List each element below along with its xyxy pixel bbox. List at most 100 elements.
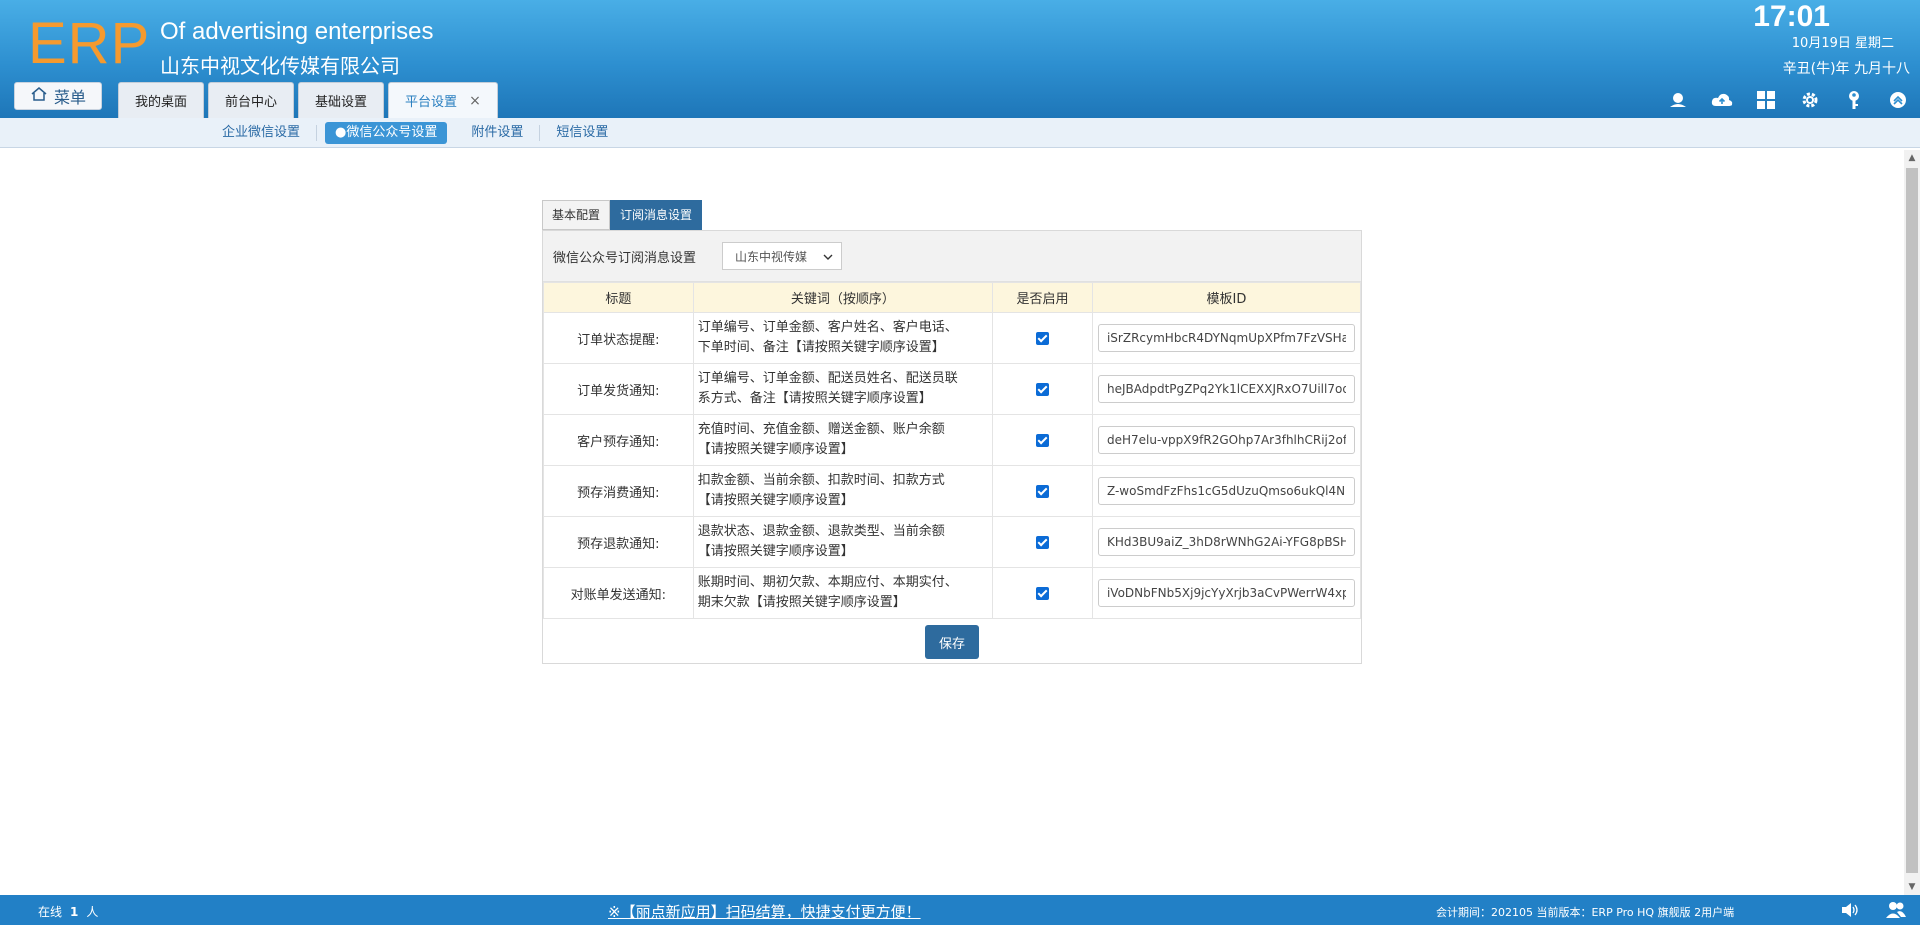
keywords-line: 扣款金额、当前余额、扣款时间、扣款方式 xyxy=(697,473,945,488)
keywords-line: 账期时间、期初欠款、本期应付、本期实付、 xyxy=(697,575,958,590)
online-unit: 人 xyxy=(86,905,99,919)
account-select[interactable]: 山东中视传媒 xyxy=(722,242,843,270)
column-header-template-id: 模板ID xyxy=(1091,282,1362,313)
row-title: 客户预存通知: xyxy=(543,414,694,466)
tab-my-desktop[interactable]: 我的桌面 xyxy=(118,82,205,118)
row-enabled xyxy=(992,465,1093,517)
erp-logo: ERP xyxy=(28,11,151,76)
enabled-checkbox[interactable] xyxy=(1036,433,1050,447)
clock-date: 10月19日 星期二 xyxy=(1791,36,1894,51)
row-keywords: 扣款金额、当前余额、扣款时间、扣款方式 【请按照关键字顺序设置】 xyxy=(692,465,994,517)
tab-subscription-message[interactable]: 订阅消息设置 xyxy=(610,200,703,230)
menu-button[interactable]: 菜单 xyxy=(14,82,102,110)
row-keywords: 订单编号、订单金额、客户姓名、客户电话、 下单时间、备注【请按照关键字顺序设置】 xyxy=(692,312,994,364)
user-icon[interactable] xyxy=(1664,88,1692,112)
scroll-thumb[interactable] xyxy=(1906,168,1918,873)
home-icon xyxy=(30,86,48,106)
row-template xyxy=(1091,312,1362,364)
table-row: 订单发货通知: 订单编号、订单金额、配送员姓名、配送员联 系方式、备注【请按照关键… xyxy=(543,363,1362,415)
template-id-input[interactable] xyxy=(1097,426,1355,454)
row-keywords: 充值时间、充值金额、赠送金额、账户余额 【请按照关键字顺序设置】 xyxy=(692,414,994,466)
row-enabled xyxy=(992,567,1093,619)
chevron-down-icon xyxy=(823,249,833,263)
keywords-line: 退款状态、退款金额、退款类型、当前余额 xyxy=(697,524,945,539)
collapse-up-icon[interactable] xyxy=(1884,88,1912,112)
subscription-settings-panel: 微信公众号订阅消息设置 山东中视传媒 标题 关键词（按顺序） 是否启用 模板ID… xyxy=(542,230,1362,664)
column-header-title: 标题 xyxy=(543,282,694,313)
subnav-item-attachment[interactable]: 附件设置 xyxy=(455,122,539,144)
key-icon[interactable] xyxy=(1840,88,1868,112)
tab-front-center[interactable]: 前台中心 xyxy=(208,82,295,118)
save-row: 保存 xyxy=(543,619,1361,665)
version-info: 会计期间：202105 当前版本：ERP Pro HQ 旗舰版 2用户端 xyxy=(1436,906,1735,919)
app-header: ERP Of advertising enterprises 山东中视文化传媒有… xyxy=(0,0,1920,118)
template-id-input[interactable] xyxy=(1097,477,1355,505)
online-count: 在线 1 人 xyxy=(38,903,98,920)
table-row: 预存消费通知: 扣款金额、当前余额、扣款时间、扣款方式 【请按照关键字顺序设置】 xyxy=(543,465,1362,517)
row-enabled xyxy=(992,414,1093,466)
gear-icon[interactable] xyxy=(1796,88,1824,112)
column-header-keywords: 关键词（按顺序） xyxy=(692,282,994,313)
keywords-line: 下单时间、备注【请按照关键字顺序设置】 xyxy=(697,340,945,355)
row-enabled xyxy=(992,312,1093,364)
subnav-item-enterprise-wechat[interactable]: 企业微信设置 xyxy=(206,122,316,144)
scroll-down-icon[interactable]: ▼ xyxy=(1904,879,1920,895)
enabled-checkbox[interactable] xyxy=(1036,535,1050,549)
tab-label: 基础设置 xyxy=(315,95,368,110)
keywords-line: 【请按照关键字顺序设置】 xyxy=(697,442,854,457)
row-keywords: 账期时间、期初欠款、本期应付、本期实付、 期末欠款【请按照关键字顺序设置】 xyxy=(692,567,994,619)
row-enabled xyxy=(992,363,1093,415)
table-header-row: 标题 关键词（按顺序） 是否启用 模板ID xyxy=(543,282,1362,313)
save-button[interactable]: 保存 xyxy=(925,625,979,659)
row-template xyxy=(1091,465,1362,517)
row-template xyxy=(1091,516,1362,568)
tab-label: 平台设置 xyxy=(405,95,458,110)
keywords-line: 【请按照关键字顺序设置】 xyxy=(697,493,854,508)
tab-platform-settings[interactable]: 平台设置 × xyxy=(388,82,498,118)
template-id-input[interactable] xyxy=(1097,528,1355,556)
table-row: 订单状态提醒: 订单编号、订单金额、客户姓名、客户电话、 下单时间、备注【请按照关… xyxy=(543,312,1362,364)
enabled-checkbox[interactable] xyxy=(1036,382,1050,396)
vertical-scrollbar[interactable]: ▲ ▼ xyxy=(1904,150,1920,895)
row-title: 对账单发送通知: xyxy=(543,567,694,619)
lunar-date: 辛丑(牛)年 九月十八 xyxy=(1782,61,1910,77)
keywords-line: 订单编号、订单金额、配送员姓名、配送员联 xyxy=(697,371,958,386)
row-enabled xyxy=(992,516,1093,568)
row-title: 预存消费通知: xyxy=(543,465,694,517)
enabled-checkbox[interactable] xyxy=(1036,586,1050,600)
subnav-item-sms[interactable]: 短信设置 xyxy=(540,122,624,144)
close-icon[interactable]: × xyxy=(469,93,481,109)
online-label: 在线 xyxy=(38,905,63,919)
table-row: 客户预存通知: 充值时间、充值金额、赠送金额、账户余额 【请按照关键字顺序设置】 xyxy=(543,414,1362,466)
row-keywords: 退款状态、退款金额、退款类型、当前余额 【请按照关键字顺序设置】 xyxy=(692,516,994,568)
header-icons xyxy=(1664,88,1912,112)
apps-icon[interactable] xyxy=(1752,88,1780,112)
divider xyxy=(316,125,318,141)
footer-icons xyxy=(1838,900,1908,920)
company-name-cn: 山东中视文化传媒有限公司 xyxy=(160,54,400,78)
table-row: 对账单发送通知: 账期时间、期初欠款、本期应付、本期实付、 期末欠款【请按照关键字… xyxy=(543,567,1362,619)
template-id-input[interactable] xyxy=(1097,324,1355,352)
cloud-upload-icon[interactable] xyxy=(1708,88,1736,112)
template-id-input[interactable] xyxy=(1097,579,1355,607)
online-number: 1 xyxy=(70,905,79,919)
panel-header: 微信公众号订阅消息设置 山东中视传媒 xyxy=(543,231,1361,282)
promo-link[interactable]: ※【丽点新应用】扫码结算，快捷支付更方便！ xyxy=(608,901,921,922)
keywords-line: 订单编号、订单金额、客户姓名、客户电话、 xyxy=(697,320,958,335)
users-icon[interactable] xyxy=(1884,900,1908,920)
keywords-line: 【请按照关键字顺序设置】 xyxy=(697,544,854,559)
keywords-line: 充值时间、充值金额、赠送金额、账户余额 xyxy=(697,422,945,437)
template-id-input[interactable] xyxy=(1097,375,1355,403)
subnav-item-wechat-official[interactable]: ●微信公众号设置 xyxy=(325,122,448,144)
enabled-checkbox[interactable] xyxy=(1036,484,1050,498)
enabled-checkbox[interactable] xyxy=(1036,331,1050,345)
row-title: 订单状态提醒: xyxy=(543,312,694,364)
scroll-up-icon[interactable]: ▲ xyxy=(1904,150,1920,166)
tab-basic-settings[interactable]: 基础设置 xyxy=(298,82,385,118)
row-template xyxy=(1091,363,1362,415)
template-table: 标题 关键词（按顺序） 是否启用 模板ID 订单状态提醒: 订单编号、订单金额、… xyxy=(543,282,1362,619)
volume-icon[interactable] xyxy=(1838,900,1862,920)
tab-basic-config[interactable]: 基本配置 xyxy=(542,200,611,230)
row-title: 预存退款通知: xyxy=(543,516,694,568)
company-name-en: Of advertising enterprises xyxy=(160,18,434,45)
